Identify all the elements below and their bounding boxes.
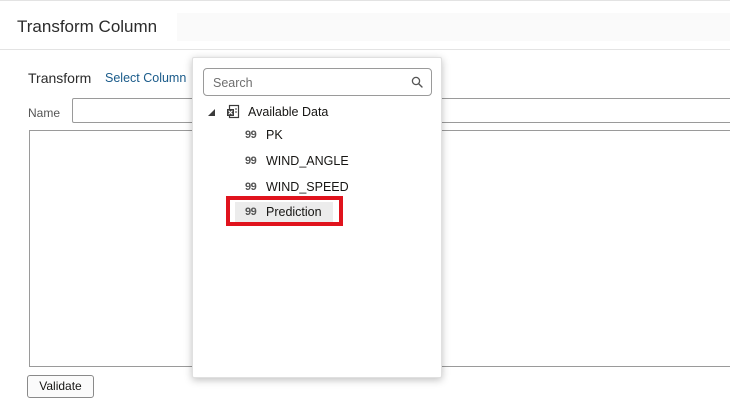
search-input[interactable]: Search bbox=[203, 68, 432, 96]
measure-type-icon: 99 bbox=[245, 129, 257, 141]
measure-type-icon: 99 bbox=[245, 155, 257, 167]
dialog-header: Transform Column bbox=[0, 0, 730, 50]
measure-type-icon: 99 bbox=[245, 181, 257, 193]
page-title: Transform Column bbox=[17, 17, 158, 36]
column-picker-popup: Search Available Data 99 PK 99 WIND_ANGL… bbox=[192, 57, 442, 378]
tree-item-label: WIND_ANGLE bbox=[266, 154, 349, 168]
tree-item-label: WIND_SPEED bbox=[266, 180, 349, 194]
select-column-link[interactable]: Select Column bbox=[105, 71, 186, 85]
search-placeholder: Search bbox=[213, 76, 253, 90]
header-bar bbox=[177, 13, 730, 41]
triangle-expanded-icon[interactable] bbox=[207, 108, 216, 117]
tree-item-wind-speed[interactable]: 99 WIND_SPEED bbox=[235, 177, 385, 197]
tree-item-wind-angle[interactable]: 99 WIND_ANGLE bbox=[235, 151, 385, 171]
measure-type-icon: 99 bbox=[245, 206, 257, 218]
tree-root-label: Available Data bbox=[248, 105, 329, 119]
tree-item-pk[interactable]: 99 PK bbox=[235, 125, 335, 145]
tree-item-label: PK bbox=[266, 128, 283, 142]
validate-button[interactable]: Validate bbox=[27, 375, 94, 398]
transform-label: Transform bbox=[28, 70, 92, 86]
tree-item-prediction[interactable]: 99 Prediction bbox=[235, 202, 333, 222]
search-icon[interactable] bbox=[411, 76, 423, 88]
tree-root-available-data[interactable]: Available Data bbox=[207, 103, 432, 123]
dataset-icon bbox=[227, 104, 240, 119]
name-label: Name bbox=[28, 106, 61, 120]
tree-item-label: Prediction bbox=[266, 205, 322, 219]
